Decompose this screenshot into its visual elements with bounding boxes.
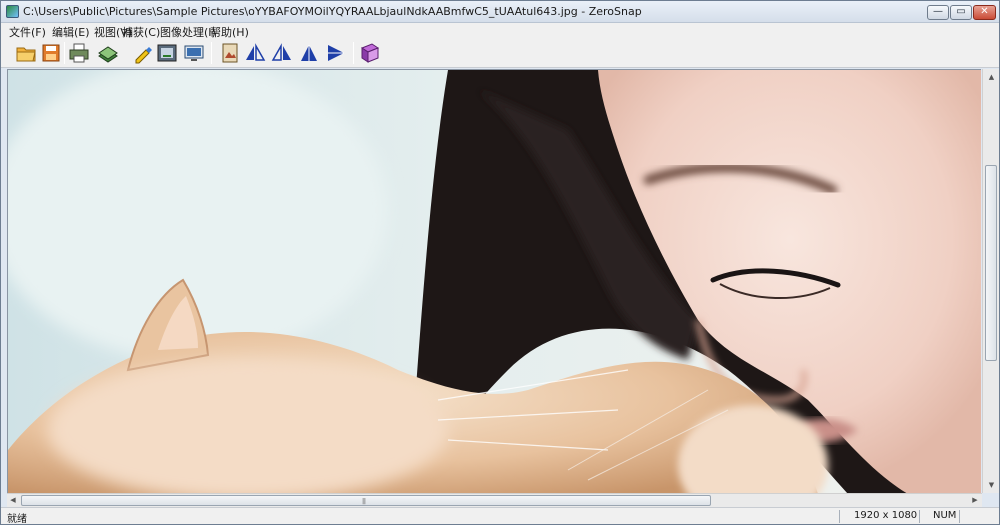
status-bar: 就绪 1920 x 1080 NUM (1, 507, 999, 525)
horizontal-scroll-thumb[interactable]: ||| (21, 495, 711, 506)
window-title: C:\Users\Public\Pictures\Sample Pictures… (23, 5, 642, 18)
rotate-right-icon[interactable] (325, 42, 347, 64)
vertical-scrollbar[interactable]: ▲ ▼ (982, 69, 999, 493)
help-book-icon[interactable] (359, 42, 381, 64)
save-icon[interactable] (40, 42, 62, 64)
grip-icon: ||| (362, 498, 366, 505)
screen-icon[interactable] (183, 42, 205, 64)
image-adjust-icon[interactable] (219, 42, 241, 64)
flip-left-icon[interactable] (244, 42, 266, 64)
menu-file[interactable]: 文件(F) (7, 24, 48, 40)
scanner-icon[interactable] (97, 42, 119, 64)
menu-help[interactable]: 帮助(H) (208, 24, 251, 40)
app-window: C:\Users\Public\Pictures\Sample Pictures… (0, 0, 1000, 525)
toolbar (1, 39, 999, 68)
maximize-button[interactable]: ▭ (950, 5, 972, 20)
app-icon (6, 5, 19, 18)
open-icon[interactable] (15, 42, 37, 64)
flip-right-icon[interactable] (271, 42, 293, 64)
minimize-button[interactable]: — (927, 5, 949, 20)
vertical-scroll-thumb[interactable] (985, 165, 997, 361)
menu-bar: 文件(F) 编辑(E) 视图(V) 捕获(C) 图像处理(I) 帮助(H) (1, 23, 999, 39)
horizontal-scrollbar[interactable]: ◀ ||| ▶ (7, 493, 982, 507)
scroll-right-icon[interactable]: ▶ (969, 493, 981, 507)
image-dimensions: 1920 x 1080 (854, 510, 918, 521)
rotate-left-icon[interactable] (298, 42, 320, 64)
num-lock-indicator: NUM (933, 510, 957, 521)
close-button[interactable]: ✕ (973, 5, 996, 20)
image-viewport[interactable] (7, 69, 981, 493)
scroll-down-icon[interactable]: ▼ (983, 477, 1000, 493)
photo-image (8, 70, 981, 493)
scroll-left-icon[interactable]: ◀ (7, 493, 19, 507)
scroll-up-icon[interactable]: ▲ (983, 69, 1000, 85)
print-icon[interactable] (68, 42, 90, 64)
title-bar[interactable]: C:\Users\Public\Pictures\Sample Pictures… (1, 1, 999, 23)
menu-capture[interactable]: 捕获(C) (120, 24, 162, 40)
status-ready-text: 就绪 (7, 514, 27, 525)
color-pick-icon[interactable] (132, 42, 154, 64)
menu-edit[interactable]: 编辑(E) (50, 24, 92, 40)
capture-icon[interactable] (156, 42, 178, 64)
